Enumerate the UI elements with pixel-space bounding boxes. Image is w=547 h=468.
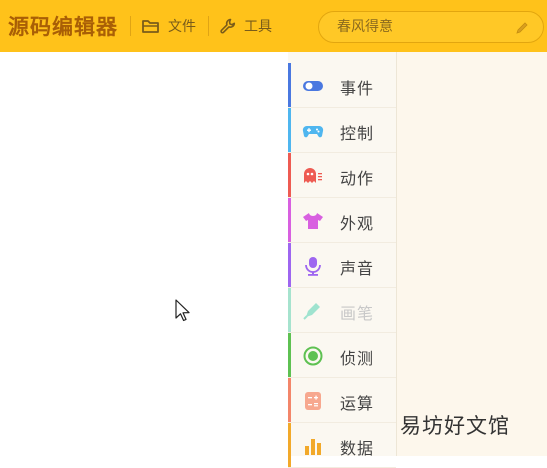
microphone-icon: [302, 256, 324, 276]
tools-menu-button[interactable]: 工具: [219, 16, 272, 36]
category-events[interactable]: 事件: [288, 63, 396, 108]
project-name-field[interactable]: [318, 11, 544, 43]
category-color-bar: [288, 153, 291, 197]
category-label: 动作: [340, 169, 375, 188]
watermark-text: 易坊好文馆: [400, 414, 510, 438]
toggle-icon: [302, 76, 324, 96]
target-icon: [302, 346, 324, 366]
gamepad-icon: [302, 121, 324, 141]
category-color-bar: [288, 333, 291, 377]
category-color-bar: [288, 108, 291, 152]
top-toolbar: 源码编辑器 文件 工具: [0, 0, 547, 52]
category-control[interactable]: 控制: [288, 108, 396, 153]
ghost-icon: [302, 166, 324, 186]
category-data[interactable]: 数据: [288, 423, 396, 468]
category-label: 事件: [340, 79, 375, 98]
category-label: 数据: [340, 439, 375, 458]
category-sensing[interactable]: 侦测: [288, 333, 396, 378]
block-palette-area: [397, 52, 547, 456]
toolbar-divider: [130, 16, 131, 36]
file-menu-label: 文件: [168, 19, 196, 35]
calculator-icon: [302, 391, 324, 411]
brush-icon: [302, 301, 324, 321]
tools-menu-label: 工具: [244, 19, 272, 35]
pencil-icon[interactable]: [515, 20, 529, 39]
category-color-bar: [288, 423, 291, 467]
category-pen[interactable]: 画笔: [288, 288, 396, 333]
block-category-panel: 事件 控制 动作 外观 声音 画笔 侦测 运算 数据: [288, 52, 397, 468]
category-looks[interactable]: 外观: [288, 198, 396, 243]
bar-chart-icon: [302, 436, 324, 456]
category-sound[interactable]: 声音: [288, 243, 396, 288]
category-color-bar: [288, 378, 291, 422]
category-color-bar: [288, 198, 291, 242]
category-color-bar: [288, 243, 291, 287]
shirt-icon: [302, 211, 324, 231]
category-label: 控制: [340, 124, 375, 143]
category-label: 侦测: [340, 349, 375, 368]
category-label: 外观: [340, 214, 375, 233]
category-label: 画笔: [340, 304, 375, 323]
folder-icon: [141, 17, 161, 35]
category-label: 声音: [340, 259, 375, 278]
category-color-bar: [288, 288, 291, 332]
app-title: 源码编辑器: [8, 14, 118, 39]
toolbar-divider: [208, 16, 209, 36]
category-operators[interactable]: 运算: [288, 378, 396, 423]
category-label: 运算: [340, 394, 375, 413]
wrench-icon: [219, 17, 237, 35]
mouse-cursor-icon: [175, 299, 191, 327]
file-menu-button[interactable]: 文件: [141, 16, 196, 36]
category-motion[interactable]: 动作: [288, 153, 396, 198]
category-color-bar: [288, 63, 291, 107]
project-name-input[interactable]: [335, 18, 509, 36]
